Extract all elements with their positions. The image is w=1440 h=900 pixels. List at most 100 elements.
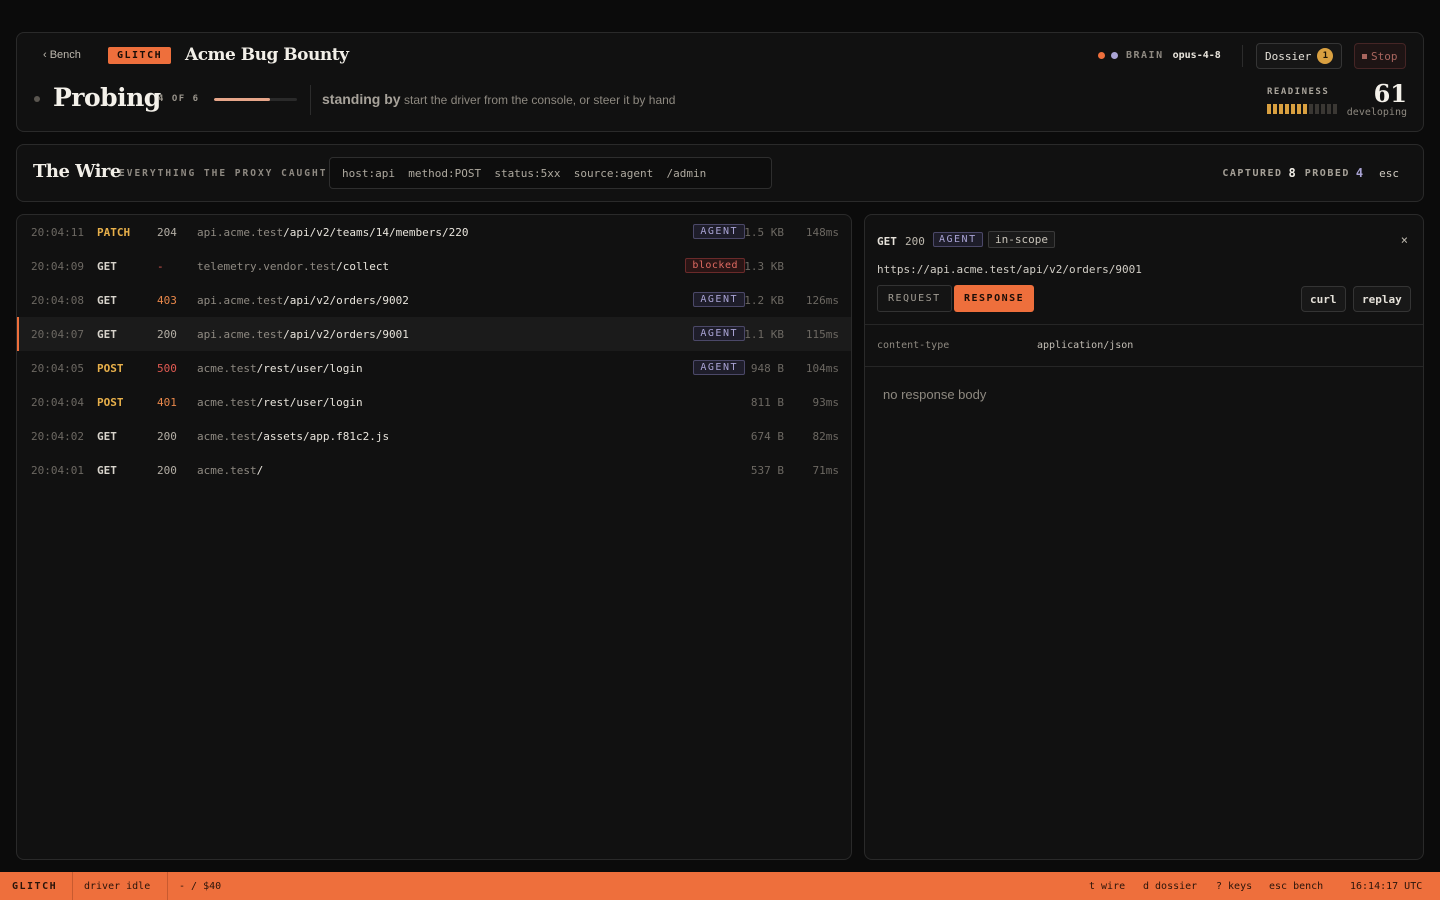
esc-close-hint[interactable]: esc [1379, 167, 1399, 180]
request-size: 674 B [750, 430, 784, 443]
request-url: api.acme.test/api/v2/orders/9001 [197, 328, 409, 341]
detail-url: https://api.acme.test/api/v2/orders/9001 [877, 263, 1142, 276]
capture-counts: CAPTURED 8 PROBED 4 esc [1222, 166, 1399, 180]
close-icon[interactable]: × [1401, 233, 1408, 247]
probed-label: PROBED [1304, 167, 1350, 179]
request-row[interactable]: 20:04:05 POST 500 acme.test/rest/user/lo… [17, 351, 851, 385]
request-path: / [256, 464, 264, 477]
request-size: 811 B [750, 396, 784, 409]
request-method: GET [97, 328, 117, 341]
driver-state-description: start the driver from the console, or st… [404, 93, 676, 107]
response-header-key: content-type [877, 340, 950, 351]
budget-status: - / $40 [179, 881, 222, 892]
request-row[interactable]: 20:04:11 PATCH 204 api.acme.test/api/v2/… [17, 215, 851, 249]
request-url: api.acme.test/api/v2/orders/9002 [197, 294, 409, 307]
request-url: acme.test/assets/app.f81c2.js [197, 430, 389, 443]
request-path: /api/v2/orders/9001 [283, 328, 409, 341]
request-status: - [157, 260, 164, 273]
request-row[interactable]: 20:04:07 GET 200 api.acme.test/api/v2/or… [17, 317, 851, 351]
request-url: acme.test/ [197, 464, 263, 477]
request-duration: 126ms [805, 294, 839, 307]
source-tag: AGENT [693, 292, 745, 307]
status-dot-icon [1111, 52, 1118, 59]
request-status: 401 [157, 396, 177, 409]
request-row[interactable]: 20:04:08 GET 403 api.acme.test/api/v2/or… [17, 283, 851, 317]
divider [865, 324, 1423, 325]
dossier-button[interactable]: Dossier 1 [1256, 43, 1343, 69]
request-url: acme.test/rest/user/login [197, 362, 363, 375]
readiness-score: 61 [1373, 79, 1407, 108]
request-url: telemetry.vendor.test/collect [197, 260, 389, 273]
response-header-value: application/json [1037, 340, 1134, 351]
request-duration: 93ms [812, 396, 840, 409]
replay-button[interactable]: replay [1353, 286, 1411, 312]
shortcut-bench[interactable]: esc bench [1269, 881, 1323, 892]
request-time: 20:04:01 [31, 464, 84, 477]
request-time: 20:04:05 [31, 362, 84, 375]
phase-step: 4 OF 6 [158, 94, 200, 104]
shortcut-dossier[interactable]: d dossier [1143, 881, 1197, 892]
request-duration: 104ms [805, 362, 839, 375]
status-bar: GLITCH driver idle - / $40 t wire d doss… [0, 872, 1440, 900]
request-detail-panel: GET 200 AGENT in-scope × https://api.acm… [864, 214, 1424, 860]
source-tag: blocked [685, 258, 745, 273]
readiness-segment [1327, 104, 1331, 114]
request-size: 537 B [750, 464, 784, 477]
filter-input[interactable]: host:api method:POST status:5xx source:a… [329, 157, 772, 189]
curl-button[interactable]: curl [1301, 286, 1346, 312]
request-status: 200 [157, 464, 177, 477]
request-method: GET [97, 260, 117, 273]
phase-status-dot [34, 96, 40, 102]
readiness-label: READINESS [1267, 87, 1330, 97]
tab-response[interactable]: RESPONSE [954, 285, 1035, 312]
dossier-count-badge: 1 [1317, 48, 1334, 64]
request-duration: 82ms [812, 430, 840, 443]
brain-model: opus-4-8 [1172, 50, 1221, 61]
request-host: api.acme.test [197, 294, 284, 307]
wire-toolbar: The Wire EVERYTHING THE PROXY CAUGHT hos… [16, 144, 1424, 202]
request-method: GET [97, 430, 117, 443]
request-status: 500 [157, 362, 177, 375]
request-row[interactable]: 20:04:09 GET - telemetry.vendor.test/col… [17, 249, 851, 283]
brand-tag: GLITCH [108, 47, 172, 64]
source-tag: AGENT [693, 326, 745, 341]
request-time: 20:04:11 [31, 226, 84, 239]
request-duration: 148ms [805, 226, 839, 239]
request-method: GET [97, 294, 117, 307]
clock: 16:14:17 UTC [1350, 881, 1423, 892]
request-time: 20:04:02 [31, 430, 84, 443]
divider [1242, 45, 1243, 67]
request-host: acme.test [197, 396, 257, 409]
shortcut-keys[interactable]: ? keys [1216, 881, 1252, 892]
phase-progress-fill [214, 98, 270, 101]
readiness-segment [1309, 104, 1313, 114]
request-method: POST [97, 396, 124, 409]
request-duration: 71ms [812, 464, 840, 477]
readiness-segment [1333, 104, 1337, 114]
divider [310, 85, 311, 115]
program-title: Acme Bug Bounty [185, 45, 349, 65]
back-to-bench-link[interactable]: ‹ Bench [43, 49, 81, 61]
request-row[interactable]: 20:04:01 GET 200 acme.test/ 537 B 71ms [17, 453, 851, 487]
detail-method: GET [877, 235, 897, 248]
brain-indicator: BRAIN opus-4-8 [1098, 50, 1221, 61]
readiness-segment [1297, 104, 1301, 114]
detail-status: 200 [905, 235, 925, 248]
request-row[interactable]: 20:04:04 POST 401 acme.test/rest/user/lo… [17, 385, 851, 419]
request-row[interactable]: 20:04:02 GET 200 acme.test/assets/app.f8… [17, 419, 851, 453]
source-tag: AGENT [693, 360, 745, 375]
wire-title: The Wire [33, 161, 121, 182]
detail-scope-tag: in-scope [988, 231, 1055, 248]
phase-title: Probing [53, 83, 161, 112]
request-path: /collect [336, 260, 390, 273]
divider [72, 872, 73, 900]
request-method: POST [97, 362, 124, 375]
detail-source-tag: AGENT [933, 232, 983, 247]
request-path: /api/v2/teams/14/members/220 [283, 226, 469, 239]
request-url: acme.test/rest/user/login [197, 396, 363, 409]
tab-request[interactable]: REQUEST [877, 285, 952, 312]
driver-state: standing by [322, 91, 401, 107]
stop-button[interactable]: Stop [1354, 43, 1406, 69]
shortcut-wire[interactable]: t wire [1089, 881, 1125, 892]
request-time: 20:04:09 [31, 260, 84, 273]
